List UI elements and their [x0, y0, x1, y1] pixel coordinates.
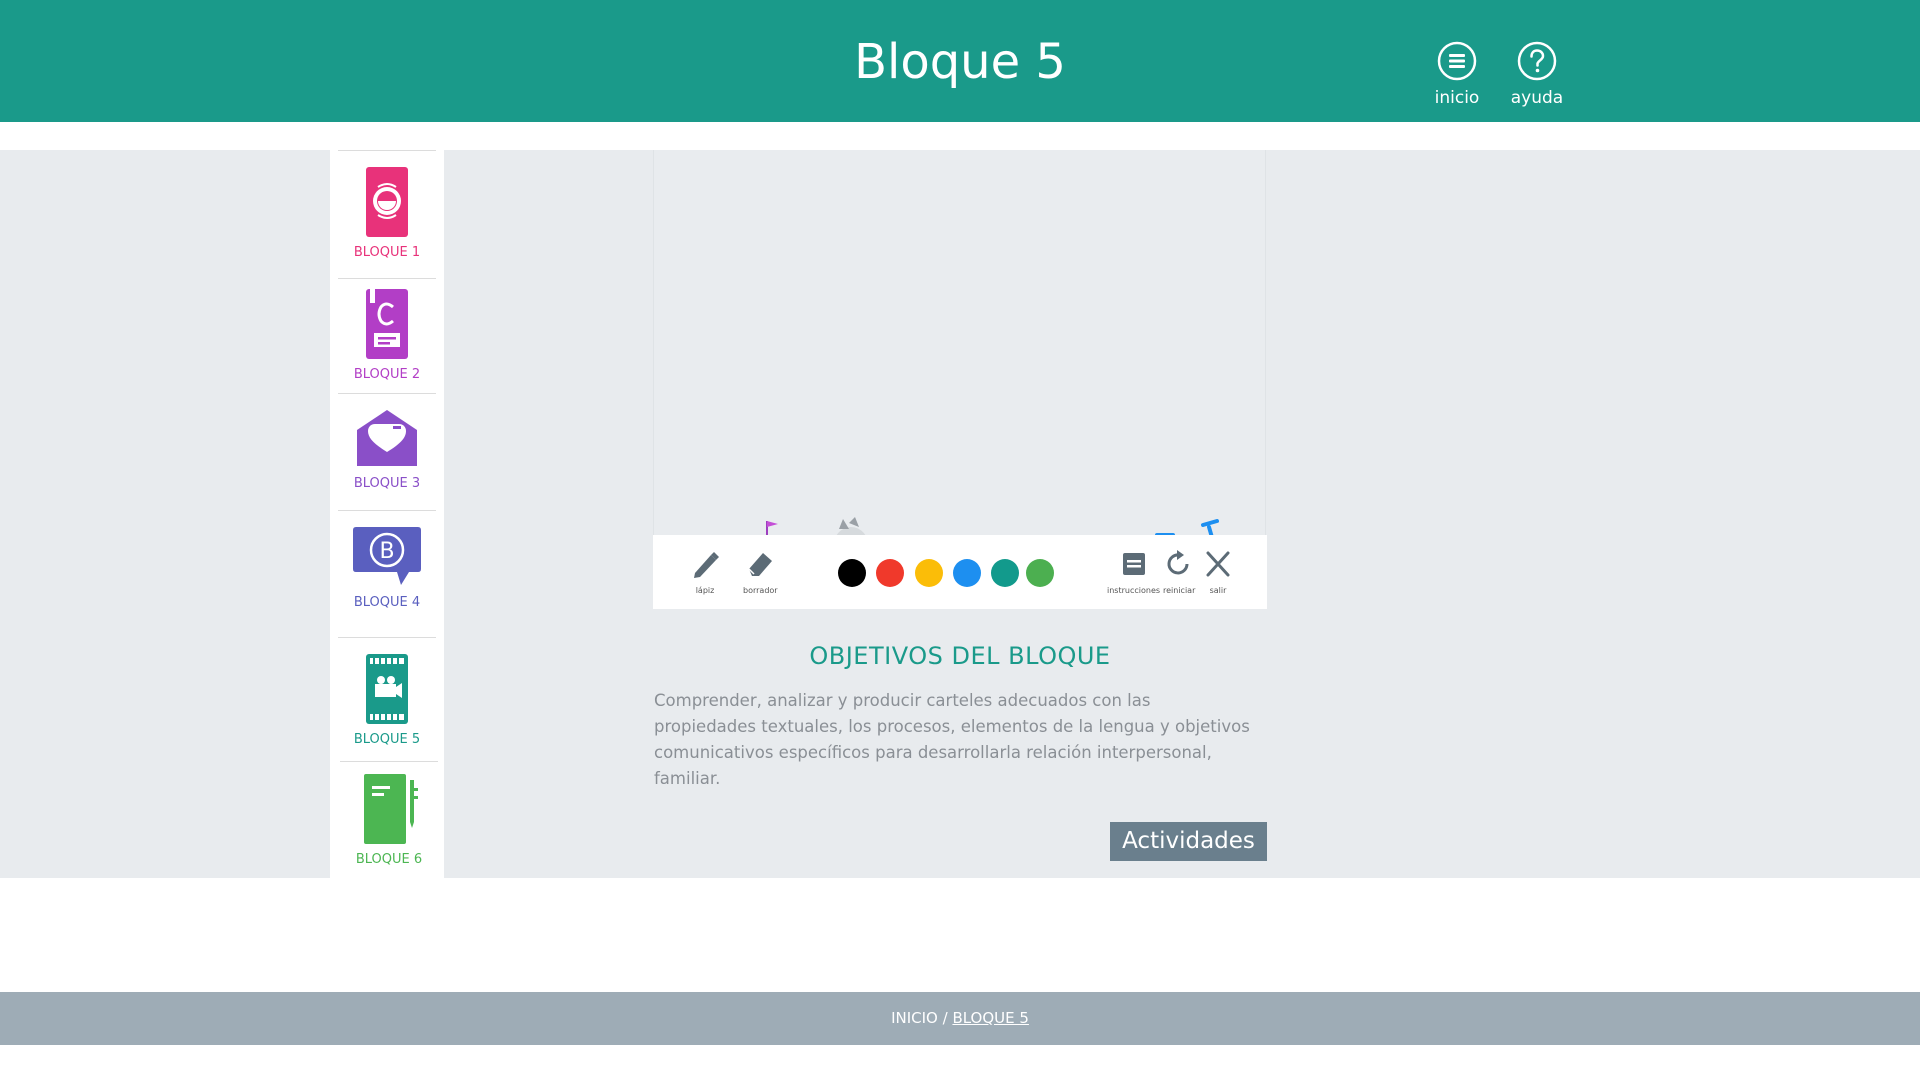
- salir-label: salir: [1209, 586, 1227, 595]
- borrador-tool[interactable]: borrador: [743, 549, 778, 595]
- pink-book-icon: [366, 167, 408, 237]
- color-swatch-teal[interactable]: [991, 559, 1019, 587]
- svg-text:B: B: [379, 539, 394, 564]
- lapiz-label: lápiz: [695, 586, 715, 595]
- sidebar-item-bloque-1[interactable]: BLOQUE 1: [338, 150, 436, 278]
- color-swatch-blue[interactable]: [953, 559, 981, 587]
- sidebar-item-bloque-5[interactable]: BLOQUE 5: [338, 637, 436, 761]
- sidebar-label-bloque-2: BLOQUE 2: [353, 367, 421, 382]
- pencil-icon: [694, 552, 719, 578]
- film-camera-icon: [366, 654, 408, 724]
- reiniciar-label: reiniciar: [1163, 586, 1196, 595]
- sidebar-label-bloque-6: BLOQUE 6: [355, 852, 423, 867]
- breadcrumb-separator: /: [937, 1009, 953, 1027]
- sidebar-label-bloque-3: BLOQUE 3: [353, 476, 421, 491]
- question-circle-icon: [1517, 41, 1557, 81]
- purple-letter-c-book-icon: [366, 287, 408, 359]
- instrucciones-label: instrucciones: [1107, 586, 1161, 595]
- speech-bubble-b-icon: B: [353, 527, 421, 585]
- reiniciar-button[interactable]: reiniciar: [1163, 549, 1195, 595]
- color-swatch-black[interactable]: [838, 559, 866, 587]
- instructions-icon: [1122, 553, 1145, 575]
- ayuda-label: ayuda: [1510, 88, 1564, 108]
- sidebar-label-bloque-5: BLOQUE 5: [353, 732, 421, 747]
- green-notebook-pen-icon: [364, 774, 418, 844]
- inicio-button[interactable]: inicio: [1412, 40, 1502, 108]
- instrucciones-button[interactable]: instrucciones: [1107, 549, 1160, 595]
- borrador-label: borrador: [743, 586, 778, 595]
- actividades-button[interactable]: Actividades: [1110, 822, 1267, 861]
- inicio-label: inicio: [1434, 88, 1480, 108]
- sidebar-item-bloque-2[interactable]: BLOQUE 2: [338, 278, 436, 393]
- page-title: Bloque 5: [854, 34, 1066, 90]
- sidebar: BLOQUE 1 BLOQUE 2 BLOQUE 3 B BLOQUE 4 BL…: [330, 150, 444, 878]
- salir-button[interactable]: salir: [1204, 549, 1232, 595]
- picture-row: [654, 365, 1267, 607]
- envelope-heart-icon: [357, 410, 417, 466]
- breadcrumb-inicio[interactable]: INICIO: [891, 1009, 938, 1027]
- eraser-icon: [748, 553, 773, 576]
- menu-circle-icon: [1437, 41, 1477, 81]
- restart-icon: [1167, 550, 1189, 575]
- color-swatch-red[interactable]: [876, 559, 904, 587]
- activity-canvas[interactable]: [653, 150, 1267, 607]
- sidebar-label-bloque-4: BLOQUE 4: [353, 595, 421, 610]
- objectives-title: OBJETIVOS DEL BLOQUE: [809, 642, 1111, 670]
- sidebar-item-bloque-4[interactable]: B BLOQUE 4: [338, 510, 436, 637]
- sidebar-item-bloque-6[interactable]: BLOQUE 6: [340, 761, 438, 878]
- breadcrumb: INICIO / BLOQUE 5: [0, 992, 1920, 1045]
- header-bar: Bloque 5 inicio ayuda: [0, 0, 1920, 122]
- objectives-text: Comprender, analizar y producir carteles…: [654, 691, 1250, 788]
- color-swatch-green[interactable]: [1026, 559, 1054, 587]
- close-icon: [1206, 551, 1230, 577]
- breadcrumb-current[interactable]: BLOQUE 5: [952, 1009, 1029, 1027]
- sidebar-label-bloque-1: BLOQUE 1: [353, 245, 421, 260]
- lapiz-tool[interactable]: lápiz: [691, 549, 719, 595]
- ayuda-button[interactable]: ayuda: [1492, 40, 1582, 108]
- color-swatch-yellow[interactable]: [915, 559, 943, 587]
- drawing-toolbar: lápiz borrador instrucciones reiniciar s…: [653, 535, 1267, 609]
- sidebar-item-bloque-3[interactable]: BLOQUE 3: [338, 393, 436, 510]
